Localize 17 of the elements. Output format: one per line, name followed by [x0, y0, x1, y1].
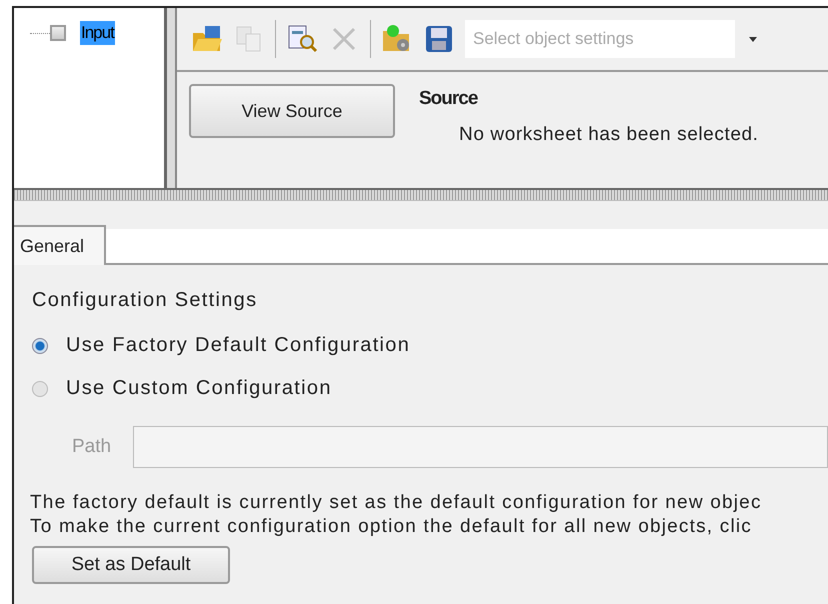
option-label[interactable]: Use Factory Default Configuration — [66, 334, 410, 357]
source-title: Source — [419, 88, 479, 110]
caret-icon[interactable] — [749, 36, 757, 42]
checkbox[interactable] — [50, 25, 66, 41]
tab[interactable]: General — [14, 225, 106, 265]
tree-item[interactable]: Input — [80, 21, 115, 45]
radio-button[interactable] — [32, 338, 48, 354]
info-text: To make the current configuration option the default for all new objects, clic — [30, 516, 754, 538]
set-as-default-button[interactable]: Set as Default — [32, 546, 230, 584]
source-message: No worksheet has been selected. — [459, 124, 759, 146]
view-source-button[interactable]: View Source — [189, 84, 395, 138]
path-label: Path — [72, 436, 112, 458]
group-title: Configuration Settings — [32, 289, 258, 312]
document-magnifier-icon[interactable] — [286, 23, 318, 55]
option-label[interactable]: Use Custom Configuration — [66, 377, 332, 400]
radio-button[interactable] — [32, 380, 48, 396]
info-text: The factory default is currently set as the default configuration for new objec — [30, 492, 763, 514]
